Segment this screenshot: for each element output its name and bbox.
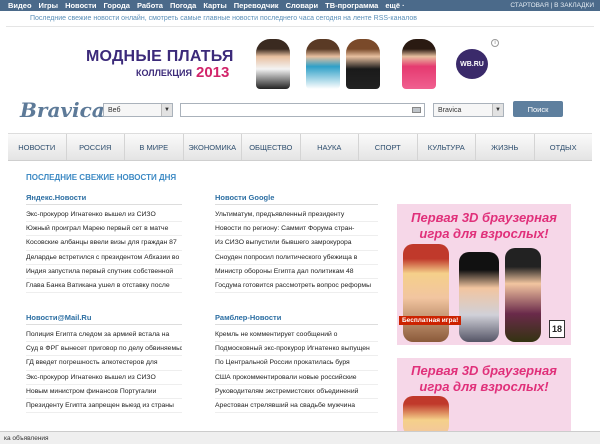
news-block-google: Новости Google Ультиматум, предъявленный… [215,193,378,294]
status-bar: ка объявления [0,431,600,444]
nav-news[interactable]: Новости [65,1,96,10]
search-engine-value: Bravica [438,106,462,114]
news-item[interactable]: Делардье встретился с президентом Абхази… [26,251,182,265]
category-life[interactable]: ЖИЗНЬ [476,134,535,160]
nav-video[interactable]: Видео [8,1,32,10]
ad-character-image [459,252,499,342]
news-item[interactable]: Суд в ФРГ вынесет приговор по делу обвин… [26,342,182,357]
news-item[interactable]: Министр обороны Египта дал политикам 48 [215,265,378,279]
fashion-banner-ad[interactable]: МОДНЫЕ ПЛАТЬЯ КОЛЛЕКЦИЯ 2013 WB.RU i [84,37,503,89]
category-culture[interactable]: КУЛЬТУРА [418,134,476,160]
nav-weather[interactable]: Погода [170,1,196,10]
category-society[interactable]: ОБЩЕСТВО [242,134,301,160]
search-button[interactable]: Поиск [513,101,563,117]
chevron-down-icon: ▼ [492,104,503,116]
category-nav: НОВОСТИ РОССИЯ В МИРЕ ЭКОНОМИКА ОБЩЕСТВО… [8,133,592,161]
news-item[interactable]: Президенту Египта запрещен выезд из стра… [26,399,182,414]
news-block-rambler: Рамблер-Новости Кремль не комментирует с… [215,313,378,414]
news-item[interactable]: По Центральной России прокатилась буря [215,356,378,371]
news-item[interactable]: США прокомментировали новые российские [215,371,378,385]
news-item[interactable]: Полиция Египта следом за армией встала н… [26,328,182,343]
news-item[interactable]: Косовские албанцы ввели визы для граждан… [26,236,182,251]
banner-model-image [256,39,290,89]
nav-dictionaries[interactable]: Словари [286,1,319,10]
news-item[interactable]: Южный проиграл Марею первый сет в матче [26,222,182,237]
news-block-title[interactable]: Новости@Mail.Ru [26,313,182,325]
search-row: Bravica Веб ▼ Bravica ▼ Поиск [0,96,600,124]
banner-model-image [346,39,380,89]
search-scope-value: Веб [108,106,121,114]
category-russia[interactable]: РОССИЯ [67,134,125,160]
nav-maps[interactable]: Карты [203,1,226,10]
news-item[interactable]: Новости по региону: Саммит Форума стран- [215,222,378,237]
banner-year: 2013 [196,64,230,81]
news-item[interactable]: Новым министром финансов Португалии [26,385,182,399]
category-world[interactable]: В МИРЕ [125,134,184,160]
news-item[interactable]: Арестован стрелявший на свадьбе мужчина [215,399,378,414]
news-block-yandex: Яндекс.Новости Экс-прокурор Игнатенко вы… [26,193,182,294]
game-ad-banner[interactable]: Первая 3D браузерная игра для взрослых! [397,358,571,431]
news-item[interactable]: Глава Банка Ватикана ушел в отставку пос… [26,279,182,294]
search-input[interactable] [180,103,425,117]
ad-headline: Первая 3D браузерная [411,363,557,378]
nav-translator[interactable]: Переводчик [234,1,279,10]
category-leisure[interactable]: ОТДЫХ [535,134,593,160]
search-engine-select[interactable]: Bravica ▼ [433,103,504,117]
ad-headline: игра для взрослых! [419,379,549,394]
nav-cities[interactable]: Города [104,1,130,10]
banner-model-image [402,39,436,89]
news-item[interactable]: Кремль не комментирует сообщений о [215,328,378,343]
banner-subtitle: КОЛЛЕКЦИЯ [136,68,192,78]
game-ad-banner[interactable]: Первая 3D браузерная игра для взрослых! … [397,204,571,345]
news-item[interactable]: Ультиматум, предъявленный президенту [215,208,378,223]
ad-character-image [403,396,449,431]
ad-headline: игра для взрослых! [419,226,549,241]
news-block-title[interactable]: Рамблер-Новости [215,313,378,325]
news-item[interactable]: Экс-прокурор Игнатенко вышел из СИЗО [26,208,182,223]
news-item[interactable]: ГД введет погрешность алкотестеров для [26,356,182,371]
ad-headline: Первая 3D браузерная [411,210,557,225]
news-item[interactable]: Из СИЗО выпустили бывшего замрокурора [215,236,378,251]
top-navigation-bar: Видео Игры Новости Города Работа Погода … [0,0,600,11]
news-item[interactable]: Госдума готовится рассмотреть вопрос реф… [215,279,378,294]
top-nav: Видео Игры Новости Города Работа Погода … [8,1,405,10]
age-rating-badge: 18 [549,320,565,338]
news-block-mailru: Новости@Mail.Ru Полиция Египта следом за… [26,313,182,414]
wb-brand-logo: WB.RU [456,49,488,79]
site-logo[interactable]: Bravica [20,98,105,122]
ad-character-image [505,248,541,342]
start-bookmark-links[interactable]: СТАРТОВАЯ | В ЗАКЛАДКИ [510,2,594,9]
news-block-title[interactable]: Яндекс.Новости [26,193,182,205]
nav-games[interactable]: Игры [39,1,59,10]
news-item[interactable]: Подмосковный экс-прокурор Игнатенко выпу… [215,342,378,357]
news-block-title[interactable]: Новости Google [215,193,378,205]
site-tagline: Последние свежие новости онлайн, смотрет… [6,11,594,27]
nav-tv[interactable]: ТВ-программа [325,1,378,10]
banner-model-image [306,39,340,89]
keyboard-icon[interactable] [412,107,421,113]
nav-more[interactable]: ещё · [385,1,404,10]
category-science[interactable]: НАУКА [301,134,359,160]
search-scope-select[interactable]: Веб ▼ [103,103,173,117]
chevron-down-icon: ▼ [161,104,172,116]
category-news[interactable]: НОВОСТИ [8,134,67,160]
ad-free-game-badge: Бесплатная игра! [399,316,462,325]
ad-info-icon[interactable]: i [491,39,499,47]
nav-jobs[interactable]: Работа [137,1,163,10]
section-title: ПОСЛЕДНИЕ СВЕЖИЕ НОВОСТИ ДНЯ [26,173,177,182]
news-item[interactable]: Руководителям экстремистских объединений [215,385,378,399]
category-economy[interactable]: ЭКОНОМИКА [184,134,242,160]
news-item[interactable]: Экс-прокурор Игнатенко вышел из СИЗО [26,371,182,385]
ad-character-image [403,244,449,342]
news-item[interactable]: Сноуден попросил политического убежища в [215,251,378,265]
news-item[interactable]: Индия запустила первый спутник собственн… [26,265,182,279]
category-sport[interactable]: СПОРТ [359,134,418,160]
